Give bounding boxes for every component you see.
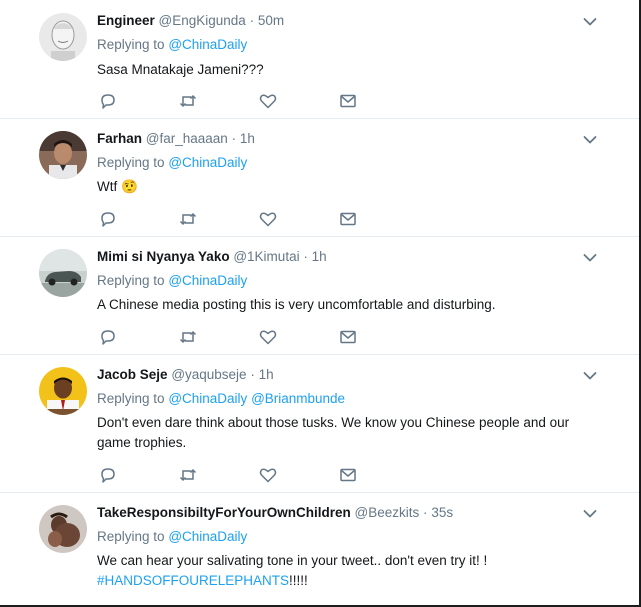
reply-icon[interactable] bbox=[99, 210, 117, 228]
chevron-down-icon[interactable] bbox=[583, 253, 597, 263]
tweet[interactable]: Engineer @EngKigunda · 50m Replying to @… bbox=[0, 0, 639, 119]
tweet-text: We can hear your salivating tone in your… bbox=[97, 551, 597, 591]
mention-link[interactable]: @ChinaDaily bbox=[168, 391, 247, 406]
display-name[interactable]: Engineer bbox=[97, 13, 155, 28]
tweet-header: Farhan @far_haaaan · 1h bbox=[97, 130, 255, 148]
timestamp[interactable]: 50m bbox=[258, 13, 284, 28]
tweet-actions bbox=[99, 466, 369, 484]
tweet-body: A Chinese media posting this is very unc… bbox=[97, 297, 496, 312]
tweet-header: Jacob Seje @yaqubseje · 1h bbox=[97, 366, 274, 384]
user-handle[interactable]: @1Kimutai bbox=[233, 249, 299, 264]
timestamp[interactable]: 35s bbox=[431, 505, 453, 520]
user-handle[interactable]: @EngKigunda bbox=[159, 13, 246, 28]
avatar[interactable] bbox=[39, 131, 87, 179]
mention-link[interactable]: @ChinaDaily bbox=[168, 273, 247, 288]
retweet-icon[interactable] bbox=[179, 92, 197, 110]
tweet-body: Wtf bbox=[97, 179, 118, 194]
avatar[interactable] bbox=[39, 13, 87, 61]
separator: · bbox=[249, 13, 255, 28]
hashtag-link[interactable]: #HANDSOFFOURELEPHANTS bbox=[97, 573, 289, 588]
replying-label: Replying to bbox=[97, 37, 165, 52]
replying-label: Replying to bbox=[97, 391, 165, 406]
tweet-body: We can hear your salivating tone in your… bbox=[97, 553, 488, 568]
replying-label: Replying to bbox=[97, 529, 165, 544]
chevron-down-icon[interactable] bbox=[583, 371, 597, 381]
tweet-header: Mimi si Nyanya Yako @1Kimutai · 1h bbox=[97, 248, 327, 266]
hashtag-suffix: !!!!! bbox=[289, 573, 308, 588]
tweet-text: A Chinese media posting this is very unc… bbox=[97, 295, 597, 315]
tweet[interactable]: Jacob Seje @yaqubseje · 1h Replying to @… bbox=[0, 355, 639, 493]
direct-message-icon[interactable] bbox=[339, 466, 357, 484]
retweet-icon[interactable] bbox=[179, 210, 197, 228]
mention-link[interactable]: @ChinaDaily bbox=[168, 155, 247, 170]
like-icon[interactable] bbox=[259, 210, 277, 228]
separator: · bbox=[231, 131, 237, 146]
reply-feed: Engineer @EngKigunda · 50m Replying to @… bbox=[0, 0, 641, 607]
raised-eyebrow-emoji: 🤨 bbox=[121, 179, 138, 194]
replying-to: Replying to @ChinaDaily @Brianmbunde bbox=[97, 390, 345, 408]
retweet-icon[interactable] bbox=[179, 466, 197, 484]
tweet-text: Don't even dare think about those tusks.… bbox=[97, 413, 595, 453]
avatar[interactable] bbox=[39, 367, 87, 415]
display-name[interactable]: Farhan bbox=[97, 131, 142, 146]
replying-label: Replying to bbox=[97, 155, 165, 170]
like-icon[interactable] bbox=[259, 92, 277, 110]
tweet-body: Don't even dare think about those tusks.… bbox=[97, 415, 570, 450]
tweet-actions bbox=[99, 328, 369, 346]
display-name[interactable]: Mimi si Nyanya Yako bbox=[97, 249, 230, 264]
timestamp[interactable]: 1h bbox=[259, 367, 274, 382]
like-icon[interactable] bbox=[259, 328, 277, 346]
timestamp[interactable]: 1h bbox=[240, 131, 255, 146]
user-handle[interactable]: @yaqubseje bbox=[171, 367, 246, 382]
replying-to: Replying to @ChinaDaily bbox=[97, 36, 247, 54]
reply-icon[interactable] bbox=[99, 466, 117, 484]
tweet-text: Wtf 🤨 bbox=[97, 177, 597, 197]
mention-link[interactable]: @ChinaDaily bbox=[168, 37, 247, 52]
direct-message-icon[interactable] bbox=[339, 92, 357, 110]
user-handle[interactable]: @far_haaaan bbox=[146, 131, 228, 146]
replying-to: Replying to @ChinaDaily bbox=[97, 272, 247, 290]
tweet[interactable]: TakeResponsibiltyForYourOwnChildren @Bee… bbox=[0, 493, 639, 605]
tweet-header: TakeResponsibiltyForYourOwnChildren @Bee… bbox=[97, 504, 453, 522]
tweet-actions bbox=[99, 92, 369, 110]
separator: · bbox=[303, 249, 308, 264]
replying-to: Replying to @ChinaDaily bbox=[97, 154, 247, 172]
tweet-actions bbox=[99, 210, 369, 228]
avatar[interactable] bbox=[39, 249, 87, 297]
chevron-down-icon[interactable] bbox=[583, 17, 597, 27]
reply-icon[interactable] bbox=[99, 92, 117, 110]
chevron-down-icon[interactable] bbox=[583, 135, 597, 145]
replying-label: Replying to bbox=[97, 273, 165, 288]
retweet-icon[interactable] bbox=[179, 328, 197, 346]
mention-link[interactable]: @ChinaDaily bbox=[168, 529, 247, 544]
reply-icon[interactable] bbox=[99, 328, 117, 346]
display-name[interactable]: Jacob Seje bbox=[97, 367, 168, 382]
separator: · bbox=[250, 367, 255, 382]
replying-to: Replying to @ChinaDaily bbox=[97, 528, 247, 546]
chevron-down-icon[interactable] bbox=[583, 509, 597, 519]
separator: · bbox=[423, 505, 428, 520]
like-icon[interactable] bbox=[259, 466, 277, 484]
mention-link[interactable]: @Brianmbunde bbox=[251, 391, 345, 406]
direct-message-icon[interactable] bbox=[339, 328, 357, 346]
tweet-body: Sasa Mnatakaje Jameni??? bbox=[97, 62, 264, 77]
direct-message-icon[interactable] bbox=[339, 210, 357, 228]
tweet[interactable]: Farhan @far_haaaan · 1h Replying to @Chi… bbox=[0, 119, 639, 237]
avatar[interactable] bbox=[39, 505, 87, 553]
tweet[interactable]: Mimi si Nyanya Yako @1Kimutai · 1h Reply… bbox=[0, 237, 639, 355]
tweet-header: Engineer @EngKigunda · 50m bbox=[97, 12, 284, 30]
tweet-text: Sasa Mnatakaje Jameni??? bbox=[97, 60, 597, 80]
timestamp[interactable]: 1h bbox=[312, 249, 327, 264]
display-name[interactable]: TakeResponsibiltyForYourOwnChildren bbox=[97, 505, 351, 520]
user-handle[interactable]: @Beezkits bbox=[355, 505, 420, 520]
